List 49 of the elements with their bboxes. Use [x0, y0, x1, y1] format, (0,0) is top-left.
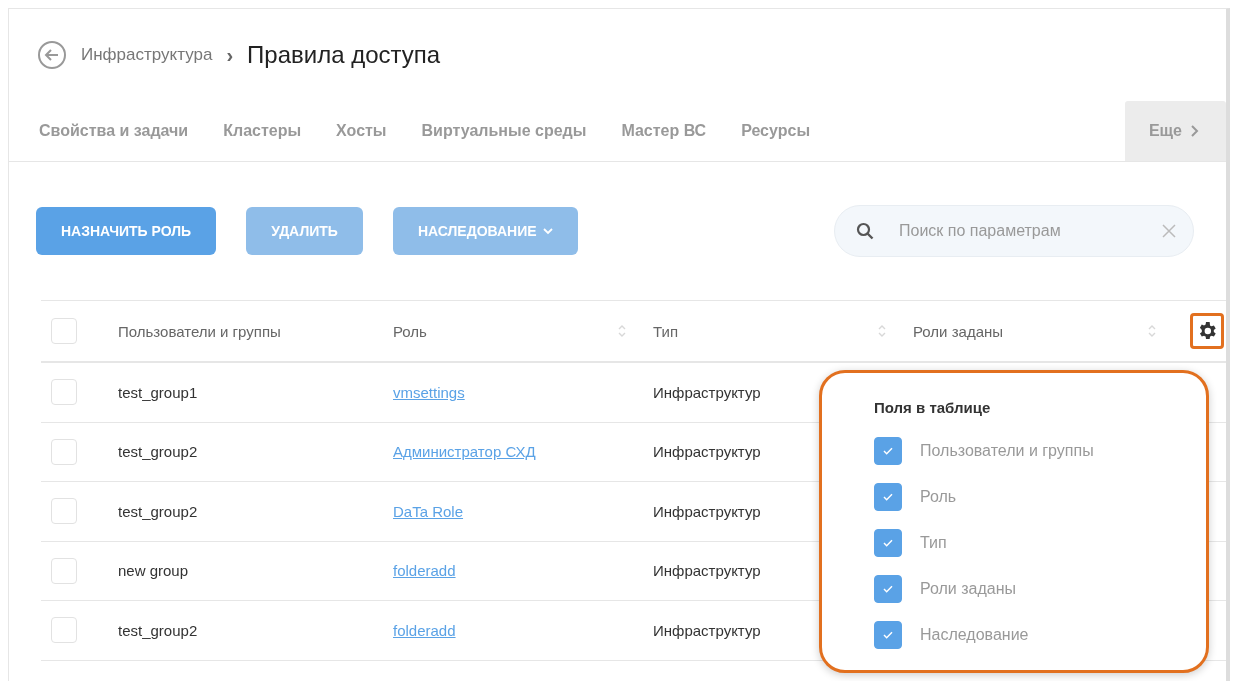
search-field[interactable]: Поиск по параметрам: [834, 205, 1194, 257]
table-cell: Инфраструктур: [653, 502, 761, 520]
checkbox[interactable]: [874, 529, 902, 557]
more-tab[interactable]: Еще: [1124, 101, 1226, 161]
checkbox[interactable]: [874, 621, 902, 649]
column-header: Роль: [393, 322, 427, 340]
tab[interactable]: Хосты: [328, 101, 414, 161]
breadcrumb-link[interactable]: Инфраструктура: [81, 45, 213, 65]
role-link[interactable]: folderadd: [393, 621, 456, 639]
role-link[interactable]: vmsettings: [393, 383, 465, 401]
page-title: Правила доступа: [247, 41, 441, 69]
checkbox-label: Роли заданы: [920, 580, 1017, 598]
sort-icon[interactable]: [1148, 324, 1156, 338]
action-button[interactable]: НАЗНАЧИТЬ РОЛЬ: [36, 207, 217, 255]
tab[interactable]: Кластеры: [215, 101, 329, 161]
tab[interactable]: Свойства и задачи: [31, 101, 216, 161]
column-header: Роли заданы: [913, 322, 1004, 340]
tab[interactable]: Виртуальные среды: [413, 101, 614, 161]
checkbox-label: Тип: [920, 534, 947, 552]
table-cell: test_group2: [118, 621, 198, 639]
close-icon[interactable]: [1162, 224, 1176, 238]
search-icon: [856, 222, 874, 240]
sort-icon[interactable]: [618, 324, 626, 338]
column-header: Тип: [653, 322, 678, 340]
table-cell: test_group2: [118, 443, 198, 461]
tab[interactable]: Ресурсы: [733, 101, 838, 161]
role-link[interactable]: DaTa Role: [393, 502, 464, 520]
table-cell: Инфраструктур: [653, 562, 761, 580]
settings-button[interactable]: [1190, 313, 1224, 349]
table-cell: test_group1: [118, 383, 198, 401]
checkbox[interactable]: [874, 437, 902, 465]
column-header: Пользователи и группы: [118, 322, 281, 340]
role-link[interactable]: Администратор СХД: [393, 443, 536, 461]
popup-title: Поля в таблице: [874, 399, 991, 416]
table-cell: test_group2: [118, 502, 198, 520]
checkbox-label: Роль: [920, 488, 957, 506]
table-cell: new group: [118, 562, 189, 580]
chevron-right-icon: [1190, 124, 1200, 138]
sort-icon[interactable]: [878, 324, 886, 338]
checkbox[interactable]: [874, 575, 902, 603]
table-cell: Инфраструктур: [653, 383, 761, 401]
tab[interactable]: Мастер ВС: [613, 101, 734, 161]
checkbox-label: Наследование: [920, 626, 1029, 644]
table-cell: Инфраструктур: [653, 443, 761, 461]
breadcrumb-separator: ›: [226, 43, 234, 67]
checkbox-label: Пользователи и группы: [920, 442, 1094, 460]
role-link[interactable]: folderadd: [393, 562, 456, 580]
table-cell: Инфраструктур: [653, 621, 761, 639]
checkbox[interactable]: [874, 483, 902, 511]
